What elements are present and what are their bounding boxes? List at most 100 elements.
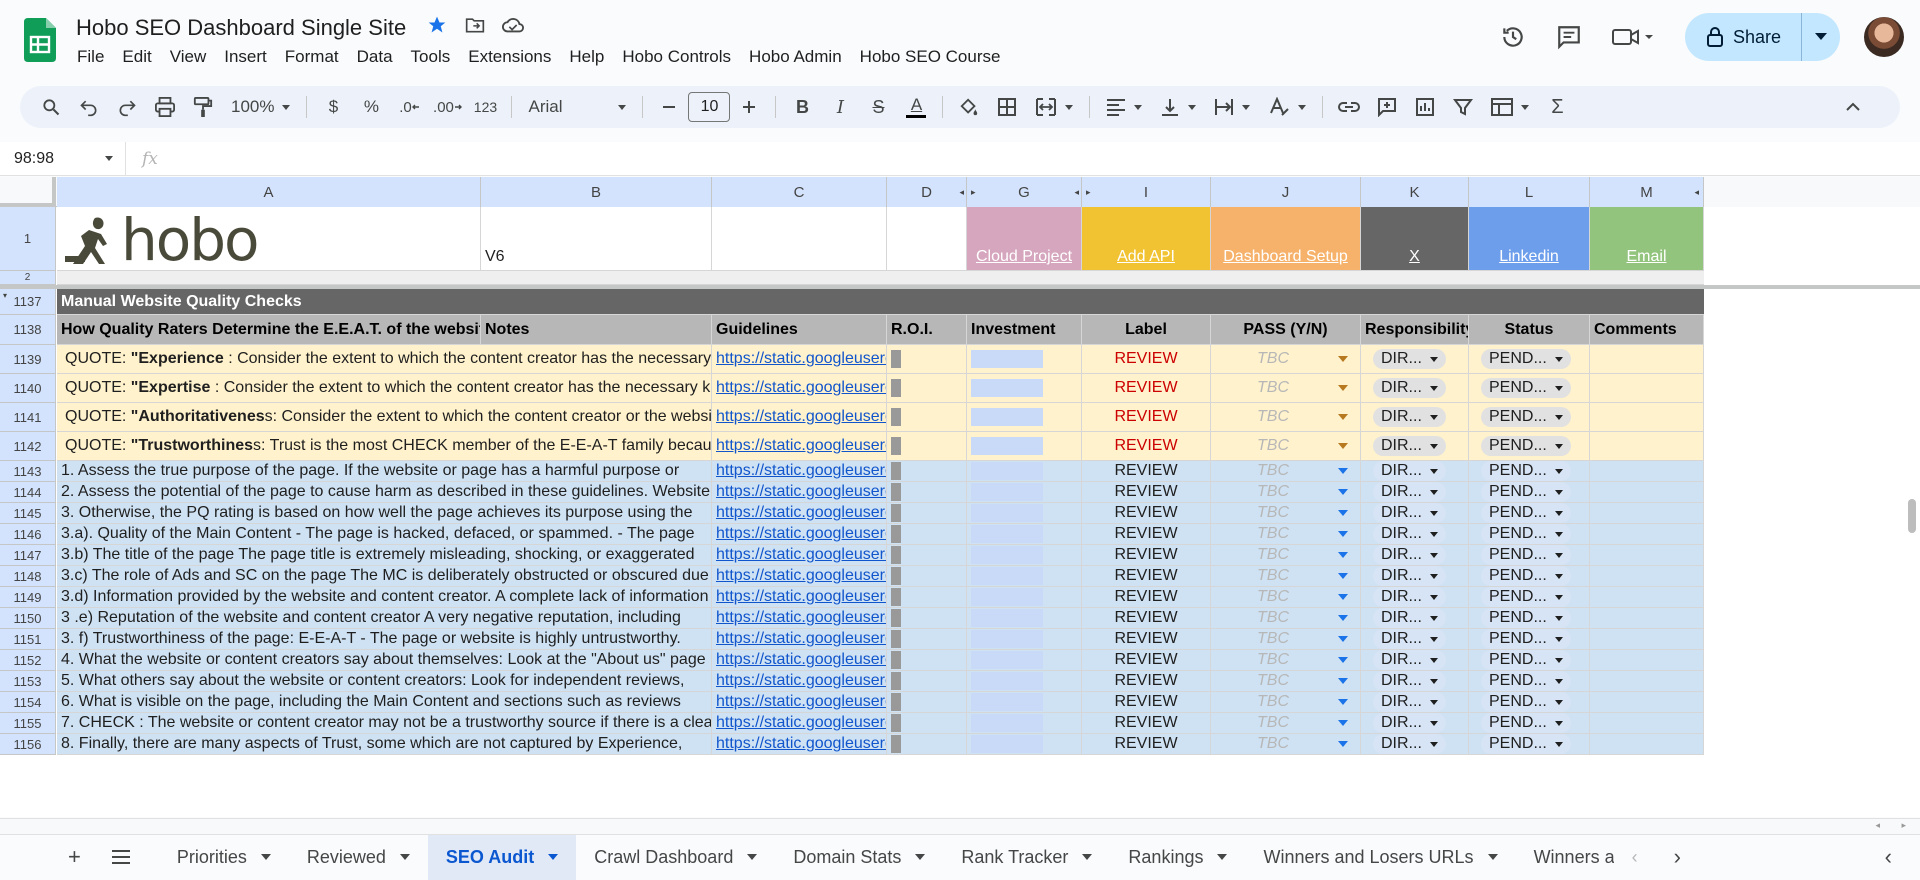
row-header[interactable]: 1155 xyxy=(0,713,56,734)
hobo-logo[interactable]: hobo xyxy=(57,207,481,270)
header-cell-comments[interactable]: Comments xyxy=(1590,315,1704,344)
paint-format-icon[interactable] xyxy=(187,91,219,123)
header-cell-investment[interactable]: Investment xyxy=(967,315,1082,344)
guideline-link[interactable]: https://static.googleusercontent.com xyxy=(712,403,887,431)
investment-cell[interactable] xyxy=(967,650,1082,670)
increase-decimal-button[interactable]: .00 xyxy=(431,91,463,123)
search-menus-icon[interactable] xyxy=(35,91,67,123)
responsibility-chip[interactable]: DIR... xyxy=(1373,407,1446,427)
comments-cell[interactable] xyxy=(1590,374,1704,402)
responsibility-cell[interactable]: DIR... xyxy=(1361,374,1469,402)
hidden-columns-arrow-icon[interactable]: ▸ xyxy=(971,187,976,198)
column-header-d[interactable]: D ◂ xyxy=(887,177,967,207)
responsibility-chip[interactable]: DIR... xyxy=(1373,629,1446,649)
sheet-tab[interactable]: Domain Stats xyxy=(775,835,943,880)
comments-cell[interactable] xyxy=(1590,671,1704,691)
horizontal-align-icon[interactable] xyxy=(1100,91,1148,123)
column-header-g[interactable]: ▸ G ◂ xyxy=(967,177,1082,207)
insert-comment-icon[interactable] xyxy=(1371,91,1403,123)
responsibility-cell[interactable]: DIR... xyxy=(1361,503,1469,523)
label-cell[interactable]: REVIEW xyxy=(1082,503,1211,523)
status-chip[interactable]: PEND... xyxy=(1481,692,1571,712)
status-cell[interactable]: PEND... xyxy=(1469,650,1590,670)
roi-cell[interactable] xyxy=(887,566,967,586)
roi-cell[interactable] xyxy=(887,545,967,565)
pass-dropdown[interactable]: TBC xyxy=(1211,482,1361,502)
roi-cell[interactable] xyxy=(887,650,967,670)
caret-down-icon[interactable] xyxy=(1082,854,1093,860)
pass-dropdown[interactable]: TBC xyxy=(1211,524,1361,544)
menu-help[interactable]: Help xyxy=(560,46,613,68)
row-header[interactable]: 1154 xyxy=(0,692,56,713)
header-cell-roi[interactable]: R.O.I. xyxy=(887,315,967,344)
responsibility-chip[interactable]: DIR... xyxy=(1373,378,1446,398)
vertical-align-icon[interactable] xyxy=(1154,91,1202,123)
print-icon[interactable] xyxy=(149,91,181,123)
status-cell[interactable]: PEND... xyxy=(1469,566,1590,586)
responsibility-cell[interactable]: DIR... xyxy=(1361,432,1469,460)
sheet-tab[interactable]: Winners and Losers URLs xyxy=(1245,835,1515,880)
row-header[interactable]: 1146 xyxy=(0,524,56,545)
column-header-a[interactable]: A xyxy=(57,177,481,207)
status-chip[interactable]: PEND... xyxy=(1481,671,1571,691)
responsibility-cell[interactable]: DIR... xyxy=(1361,629,1469,649)
roi-cell[interactable] xyxy=(887,403,967,431)
add-api-link[interactable]: Add API xyxy=(1082,207,1211,270)
status-chip[interactable]: PEND... xyxy=(1481,650,1571,670)
roi-cell[interactable] xyxy=(887,432,967,460)
row-header[interactable]: ▾ 1137 xyxy=(0,289,56,315)
label-cell[interactable]: REVIEW xyxy=(1082,587,1211,607)
column-header-k[interactable]: K xyxy=(1361,177,1469,207)
responsibility-chip[interactable]: DIR... xyxy=(1373,692,1446,712)
format-currency-button[interactable]: $ xyxy=(317,91,349,123)
status-chip[interactable]: PEND... xyxy=(1481,629,1571,649)
status-cell[interactable]: PEND... xyxy=(1469,374,1590,402)
status-cell[interactable]: PEND... xyxy=(1469,713,1590,733)
investment-cell[interactable] xyxy=(967,374,1082,402)
select-all-corner[interactable] xyxy=(0,177,56,207)
pass-dropdown[interactable]: TBC xyxy=(1211,461,1361,481)
share-button[interactable]: Share xyxy=(1685,13,1802,61)
status-chip[interactable]: PEND... xyxy=(1481,734,1571,754)
column-header-i[interactable]: ▸ I xyxy=(1082,177,1211,207)
responsibility-chip[interactable]: DIR... xyxy=(1373,671,1446,691)
pass-dropdown[interactable]: TBC xyxy=(1211,629,1361,649)
status-chip[interactable]: PEND... xyxy=(1481,713,1571,733)
roi-cell[interactable] xyxy=(887,608,967,628)
guideline-link[interactable]: https://static.googleusercontent.com xyxy=(712,482,887,502)
column-header-j[interactable]: J xyxy=(1211,177,1361,207)
font-select[interactable]: Arial xyxy=(522,91,632,123)
pass-dropdown[interactable]: TBC xyxy=(1211,713,1361,733)
comments-cell[interactable] xyxy=(1590,734,1704,754)
row-header[interactable]: 1145 xyxy=(0,503,56,524)
status-cell[interactable]: PEND... xyxy=(1469,545,1590,565)
roi-cell[interactable] xyxy=(887,503,967,523)
column-header-c[interactable]: C xyxy=(712,177,887,207)
spreadsheet-grid[interactable]: A B C D ◂ ▸ G ◂ ▸ I J K L M ◂ 1 hobo V6 Cloud… xyxy=(0,177,1920,817)
guideline-link[interactable]: https://static.googleusercontent.com xyxy=(712,461,887,481)
pass-dropdown[interactable]: TBC xyxy=(1211,566,1361,586)
empty-cell[interactable] xyxy=(887,207,967,270)
decrease-decimal-button[interactable]: .0 xyxy=(393,91,425,123)
responsibility-chip[interactable]: DIR... xyxy=(1373,734,1446,754)
responsibility-cell[interactable]: DIR... xyxy=(1361,545,1469,565)
status-cell[interactable]: PEND... xyxy=(1469,482,1590,502)
move-folder-icon[interactable] xyxy=(464,14,486,36)
strikethrough-button[interactable]: S xyxy=(862,91,894,123)
investment-cell[interactable] xyxy=(967,734,1082,754)
guideline-link[interactable]: https://static.googleusercontent.com xyxy=(712,345,887,373)
menu-hobo-seo-course[interactable]: Hobo SEO Course xyxy=(851,46,1010,68)
comments-cell[interactable] xyxy=(1590,650,1704,670)
status-chip[interactable]: PEND... xyxy=(1481,349,1571,369)
label-cell[interactable]: REVIEW xyxy=(1082,650,1211,670)
row-header[interactable]: 1151 xyxy=(0,629,56,650)
formula-input[interactable] xyxy=(158,142,1920,176)
scroll-right-icon[interactable]: ▸ xyxy=(1901,820,1906,831)
row-header[interactable]: 1152 xyxy=(0,650,56,671)
responsibility-chip[interactable]: DIR... xyxy=(1373,482,1446,502)
investment-cell[interactable] xyxy=(967,403,1082,431)
caret-down-icon[interactable] xyxy=(747,854,758,860)
check-text-cell[interactable]: 3. Otherwise, the PQ rating is based on … xyxy=(57,503,712,523)
investment-cell[interactable] xyxy=(967,629,1082,649)
check-text-cell[interactable]: 5. What others say about the website or … xyxy=(57,671,712,691)
